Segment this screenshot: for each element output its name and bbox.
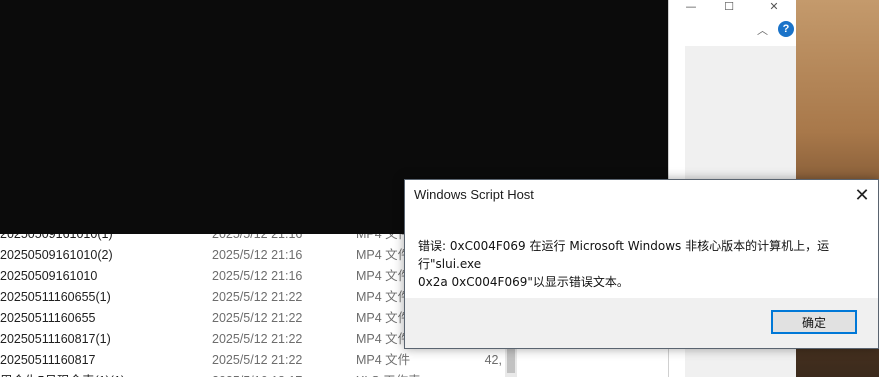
file-row[interactable]: 周会生5月现金表(1)(1) 2025/5/16 18:17 XLS 工作表 <box>0 371 505 377</box>
help-icon[interactable]: ? <box>778 21 794 37</box>
file-date: 2025/5/12 21:22 <box>212 311 303 325</box>
ok-button[interactable]: 确定 <box>771 310 857 334</box>
file-name: 20250509161010 <box>0 269 98 283</box>
file-type: MP4 文件 <box>356 290 411 304</box>
error-message-line-2: 0x2a 0xC004F069"以显示错误文本。 <box>418 275 629 289</box>
file-name: 20250511160655(1) <box>0 290 111 304</box>
file-date: 2025/5/12 21:22 <box>212 332 303 346</box>
file-name: 20250509161010(1) <box>0 234 113 241</box>
file-type: MP4 文件 <box>356 269 411 283</box>
file-type: MP4 文件 <box>356 234 411 241</box>
file-date: 2025/5/12 21:22 <box>212 290 303 304</box>
dialog-title: Windows Script Host <box>414 187 534 202</box>
dialog-footer: 确定 <box>405 298 878 348</box>
file-date: 2025/5/16 18:17 <box>212 371 302 377</box>
desktop: — ☐ ✕ ︿ ? ⚲ 20250509161010(1)2025/5/12 2… <box>0 0 879 377</box>
file-type: XLS 工作表 <box>356 371 421 377</box>
maximize-icon[interactable]: ☐ <box>719 0 739 13</box>
explorer-titlebar: — ☐ ✕ <box>669 0 797 18</box>
dialog-titlebar: Windows Script Host ✕ <box>405 180 878 210</box>
close-icon[interactable]: ✕ <box>764 0 784 13</box>
file-date: 2025/5/12 21:16 <box>212 234 303 241</box>
minimize-icon[interactable]: — <box>681 0 701 13</box>
chevron-up-icon[interactable]: ︿ <box>757 22 769 38</box>
file-type: MP4 文件 <box>356 311 411 325</box>
file-row[interactable]: 20250511160817 2025/5/12 21:22 MP4 文件 42, <box>0 350 505 371</box>
file-name: 20250511160817 <box>0 353 96 367</box>
script-host-dialog: Windows Script Host ✕ 错误: 0xC004F069 在运行… <box>404 179 879 349</box>
file-type: MP4 文件 <box>356 332 411 346</box>
file-date: 2025/5/12 21:16 <box>212 248 303 262</box>
file-name: 20250509161010(2) <box>0 248 113 262</box>
file-date: 2025/5/12 21:16 <box>212 269 303 283</box>
close-icon[interactable]: ✕ <box>846 180 878 210</box>
file-name: 20250511160817(1) <box>0 332 111 346</box>
error-message: 错误: 0xC004F069 在运行 Microsoft Windows 非核心… <box>418 237 868 291</box>
dialog-body: 错误: 0xC004F069 在运行 Microsoft Windows 非核心… <box>405 210 878 298</box>
file-type: MP4 文件 <box>356 353 411 367</box>
file-name: 20250511160655 <box>0 311 96 325</box>
file-name: 周会生5月现金表(1)(1) <box>0 371 125 377</box>
file-size: 42, <box>484 353 502 367</box>
file-type: MP4 文件 <box>356 248 411 262</box>
file-date: 2025/5/12 21:22 <box>212 353 303 367</box>
error-message-line-1: 错误: 0xC004F069 在运行 Microsoft Windows 非核心… <box>418 239 830 271</box>
